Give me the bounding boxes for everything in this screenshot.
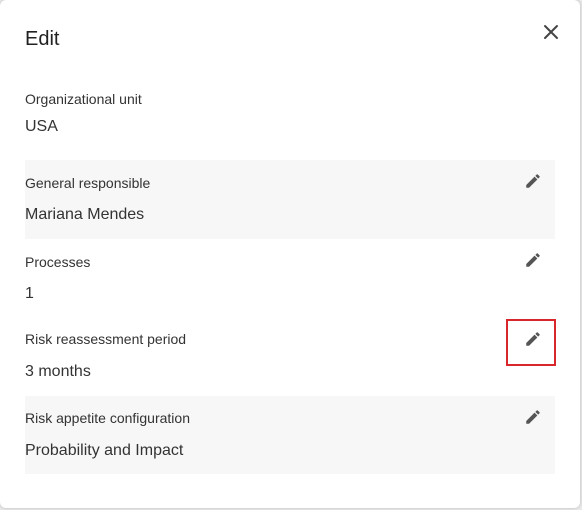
field-label: Processes [25, 254, 91, 270]
field-value: Mariana Mendes [25, 206, 145, 223]
edit-dialog: Edit Organizational unit USA General res… [0, 0, 580, 508]
field-label: Risk reassessment period [25, 331, 187, 347]
field-general-responsible: General responsible Mariana Mendes [25, 160, 555, 239]
dialog-title: Edit [25, 28, 60, 50]
field-value: Probability and Impact [25, 442, 184, 459]
field-label: Risk appetite configuration [25, 410, 190, 426]
field-organizational-unit: Organizational unit USA [25, 84, 555, 144]
pencil-icon [526, 174, 540, 188]
field-label: General responsible [25, 175, 151, 191]
field-processes: Processes 1 [25, 239, 555, 318]
field-value: USA [25, 118, 58, 135]
field-value: 3 months [25, 363, 91, 380]
highlight-box [506, 319, 556, 366]
pencil-icon [526, 410, 540, 424]
close-icon [544, 25, 558, 39]
pencil-icon [526, 253, 540, 267]
edit-general-responsible-button[interactable] [520, 168, 546, 194]
close-button[interactable] [538, 19, 564, 45]
edit-risk-appetite-configuration-button[interactable] [520, 404, 546, 430]
edit-processes-button[interactable] [520, 247, 546, 273]
field-value: 1 [25, 285, 34, 302]
field-risk-reassessment-period: Risk reassessment period 3 months [25, 318, 555, 396]
field-risk-appetite-configuration: Risk appetite configuration Probability … [25, 396, 555, 474]
field-label: Organizational unit [25, 91, 142, 107]
